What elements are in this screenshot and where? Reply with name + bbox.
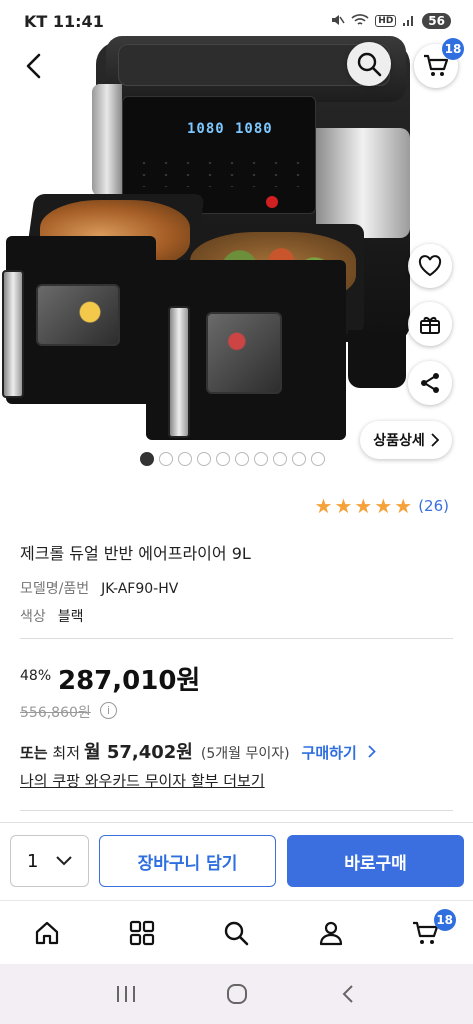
nav-my-account[interactable] <box>307 909 355 957</box>
cart-button[interactable]: 18 <box>414 38 464 88</box>
sale-price: 287,010원 <box>58 666 201 696</box>
home-icon <box>36 921 59 944</box>
purchase-action-bar: 1 장바구니 담기 바로구매 <box>0 822 473 900</box>
color-label: 색상 <box>20 609 46 625</box>
nav-cart[interactable]: 18 <box>402 908 456 957</box>
wishlist-button[interactable] <box>408 244 452 288</box>
status-bar-right: HD 56 <box>329 12 451 31</box>
gift-icon <box>420 317 440 334</box>
discount-rate: 48% <box>20 668 52 684</box>
user-icon <box>319 921 343 945</box>
card-installment-link[interactable]: 나의 쿠팡 와우카드 무이자 할부 더보기 <box>20 770 265 791</box>
gift-share-button[interactable] <box>408 302 452 346</box>
recent-apps-button[interactable] <box>106 974 146 1014</box>
gallery-dot[interactable] <box>273 452 287 466</box>
cart-badge: 18 <box>442 38 464 60</box>
installment-min-label: 최저 <box>52 744 80 762</box>
chevron-left-icon <box>26 53 41 79</box>
search-button[interactable] <box>347 42 391 86</box>
color-value: 블랙 <box>57 609 84 625</box>
rating-stars: ★ ★ ★ ★ ★ <box>315 496 413 516</box>
wifi-icon <box>351 13 369 30</box>
chevron-down-icon <box>56 856 72 866</box>
battery-indicator: 56 <box>422 13 451 29</box>
installment-buy-link[interactable]: 구매하기 <box>302 742 376 763</box>
gallery-dot[interactable] <box>235 452 249 466</box>
quantity-value: 1 <box>27 850 39 872</box>
nav-home[interactable] <box>23 909 71 957</box>
nav-categories[interactable] <box>118 909 166 957</box>
nav-search[interactable] <box>212 909 260 957</box>
search-icon <box>225 921 249 945</box>
bottom-navigation: 18 <box>0 900 473 964</box>
star-icon: ★ <box>334 494 353 518</box>
model-value: JK-AF90-HV <box>101 581 179 597</box>
clock: 11:41 <box>52 11 104 31</box>
quantity-select[interactable]: 1 <box>10 835 89 887</box>
add-to-cart-button[interactable]: 장바구니 담기 <box>99 835 276 887</box>
product-detail-label: 상품상세 <box>373 433 425 449</box>
divider <box>20 810 453 811</box>
back-button[interactable] <box>18 50 50 82</box>
categories-icon <box>129 920 154 945</box>
gallery-dot[interactable] <box>140 452 154 466</box>
installment-info: 또는 최저 월 57,402원 (5개월 무이자) 구매하기 <box>20 738 376 764</box>
signal-icon <box>402 13 416 30</box>
carrier-label: KT <box>24 11 48 31</box>
share-button[interactable] <box>408 361 452 405</box>
system-navigation-bar <box>0 964 473 1024</box>
back-chevron-icon <box>342 985 353 1003</box>
back-system-button[interactable] <box>328 974 368 1014</box>
divider <box>20 638 453 639</box>
model-label: 모델명/품번 <box>20 581 90 597</box>
home-circle-icon <box>226 984 247 1004</box>
chevron-right-icon <box>368 745 376 758</box>
share-icon <box>421 373 439 393</box>
recents-icon <box>116 986 135 1002</box>
gallery-dot[interactable] <box>159 452 173 466</box>
gallery-dot[interactable] <box>216 452 230 466</box>
star-icon: ★ <box>314 494 333 518</box>
home-system-button[interactable] <box>217 974 257 1014</box>
review-count[interactable]: (26) <box>418 497 449 515</box>
installment-prefix: 또는 <box>20 744 48 762</box>
gallery-dot[interactable] <box>197 452 211 466</box>
heart-icon <box>418 255 442 277</box>
gallery-dot[interactable] <box>254 452 268 466</box>
gallery-dot[interactable] <box>311 452 325 466</box>
search-icon <box>357 52 382 77</box>
installment-monthly: 월 57,402원 <box>84 742 193 763</box>
info-icon[interactable]: i <box>100 702 117 719</box>
hd-icon: HD <box>375 15 397 27</box>
gallery-dot[interactable] <box>292 452 306 466</box>
color-spec: 색상 블랙 <box>20 606 84 626</box>
status-bar: KT 11:41 HD 56 <box>0 0 473 42</box>
nav-cart-badge: 18 <box>433 908 456 931</box>
installment-buy-label: 구매하기 <box>301 744 357 762</box>
chevron-right-icon <box>431 433 439 447</box>
star-icon: ★ <box>374 494 393 518</box>
gallery-pagination[interactable] <box>140 452 325 466</box>
status-bar-left: KT 11:41 <box>24 12 104 31</box>
star-icon: ★ <box>394 494 413 518</box>
buy-now-button[interactable]: 바로구매 <box>287 835 464 887</box>
rating[interactable]: ★ ★ ★ ★ ★ (26) <box>315 496 449 516</box>
original-price: 556,860원 <box>20 705 91 721</box>
product-detail-button[interactable]: 상품상세 <box>360 421 452 459</box>
star-icon: ★ <box>354 494 373 518</box>
model-spec: 모델명/품번 JK-AF90-HV <box>20 578 178 598</box>
product-image-gallery[interactable]: 1080 1080 <box>0 0 473 445</box>
mute-icon <box>329 12 345 31</box>
installment-months: (5개월 무이자) <box>200 746 290 762</box>
product-title: 제크롤 듀얼 반반 에어프라이어 9L <box>20 544 251 563</box>
gallery-dot[interactable] <box>178 452 192 466</box>
